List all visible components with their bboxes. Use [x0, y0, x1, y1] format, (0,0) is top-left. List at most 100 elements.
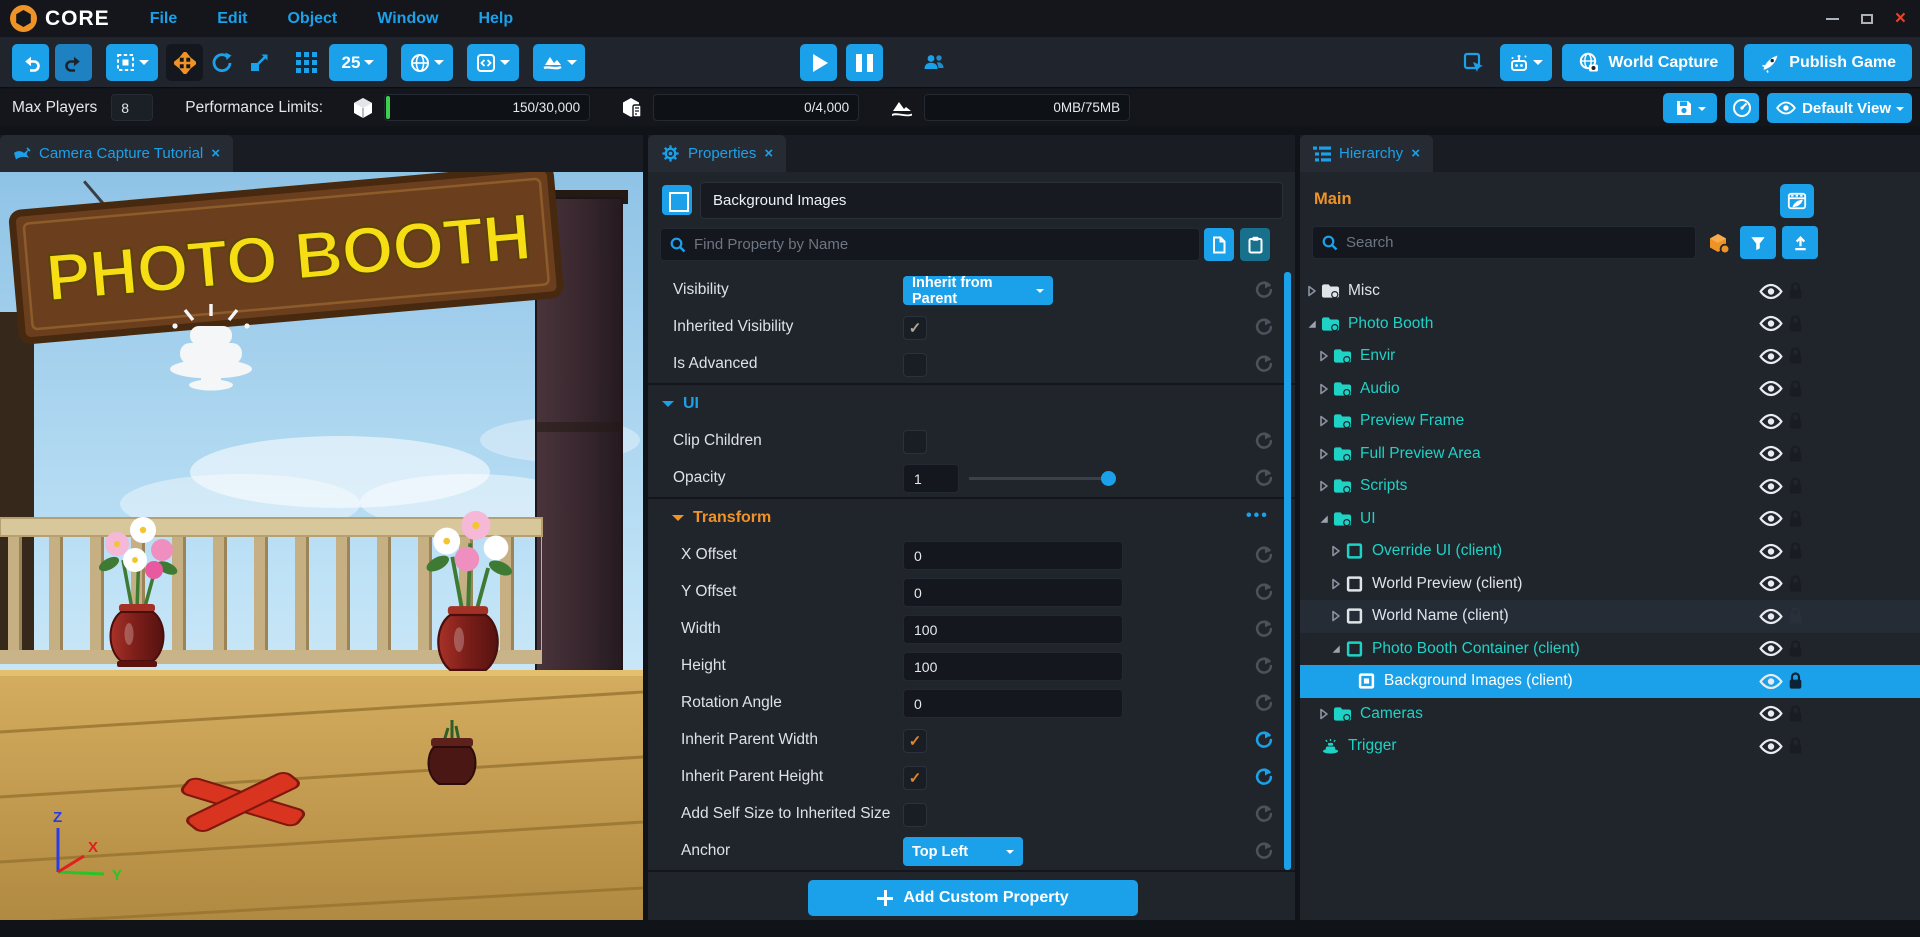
visibility-eye-icon[interactable] — [1758, 640, 1784, 657]
tree-item-full-preview-area[interactable]: Full Preview Area — [1300, 438, 1920, 471]
reset-icon[interactable] — [1254, 804, 1274, 824]
lock-icon[interactable] — [1788, 705, 1803, 723]
reset-icon[interactable] — [1254, 280, 1274, 300]
lock-icon[interactable] — [1788, 640, 1803, 658]
visibility-eye-icon[interactable] — [1758, 413, 1784, 430]
terrain-tools-dropdown[interactable] — [533, 44, 585, 81]
paste-properties-button[interactable] — [1240, 228, 1270, 261]
collapse-arrow-icon[interactable] — [1307, 318, 1321, 330]
tree-item-photo-booth[interactable]: Photo Booth — [1300, 308, 1920, 341]
reset-icon[interactable] — [1254, 767, 1274, 787]
section-menu-button[interactable]: ••• — [1246, 507, 1269, 525]
y-offset-input[interactable]: 0 — [903, 578, 1123, 607]
visibility-eye-icon[interactable] — [1758, 608, 1784, 625]
expand-arrow-icon[interactable] — [1319, 448, 1333, 460]
tree-item-preview-frame[interactable]: Preview Frame — [1300, 405, 1920, 438]
pause-button[interactable] — [846, 44, 883, 81]
lock-icon[interactable] — [1788, 672, 1803, 690]
expand-arrow-icon[interactable] — [1331, 545, 1345, 557]
expand-arrow-icon[interactable] — [1319, 383, 1333, 395]
undo-button[interactable] — [12, 44, 49, 81]
lock-icon[interactable] — [1788, 347, 1803, 365]
tree-item-misc[interactable]: Misc — [1300, 275, 1920, 308]
section-header-ui[interactable]: UI — [648, 383, 1295, 423]
tree-item-audio[interactable]: Audio — [1300, 373, 1920, 406]
minimize-button[interactable] — [1826, 18, 1839, 20]
close-icon[interactable]: × — [211, 145, 220, 162]
reset-icon[interactable] — [1254, 693, 1274, 713]
viewport-scene[interactable]: PHOTO BOOTH — [0, 172, 643, 920]
expand-arrow-icon[interactable] — [1319, 350, 1333, 362]
performance-gauge-button[interactable] — [1725, 93, 1759, 123]
selection-mode-dropdown[interactable] — [106, 44, 158, 81]
properties-scrollbar[interactable] — [1284, 272, 1291, 870]
tab-camera-capture-tutorial[interactable]: Camera Capture Tutorial × — [0, 135, 233, 172]
visibility-eye-icon[interactable] — [1758, 738, 1784, 755]
menu-object[interactable]: Object — [287, 10, 337, 28]
lock-icon[interactable] — [1788, 412, 1803, 430]
screen-picker-button[interactable] — [1458, 44, 1490, 81]
multiplayer-preview-button[interactable] — [915, 44, 952, 81]
close-icon[interactable]: × — [764, 145, 773, 162]
visibility-eye-icon[interactable] — [1758, 315, 1784, 332]
script-tools-dropdown[interactable] — [467, 44, 519, 81]
world-capture-button[interactable]: World Capture — [1562, 44, 1734, 81]
move-tool-button[interactable] — [166, 44, 203, 81]
menu-window[interactable]: Window — [377, 10, 438, 28]
tree-item-trigger[interactable]: Trigger — [1300, 730, 1920, 763]
tab-hierarchy[interactable]: Hierarchy × — [1300, 135, 1433, 172]
tree-item-envir[interactable]: Envir — [1300, 340, 1920, 373]
clip-children-checkbox[interactable] — [903, 430, 927, 454]
visibility-eye-icon[interactable] — [1758, 575, 1784, 592]
tree-item-background-images-client[interactable]: Background Images (client) — [1300, 665, 1920, 698]
reset-icon[interactable] — [1254, 354, 1274, 374]
copy-properties-button[interactable] — [1204, 228, 1234, 261]
rotate-tool-button[interactable] — [203, 44, 240, 81]
opacity-slider[interactable] — [969, 477, 1114, 480]
collapse-arrow-icon[interactable] — [1331, 643, 1345, 655]
snap-size-dropdown[interactable]: 25 — [329, 44, 387, 81]
add-custom-property-button[interactable]: Add Custom Property — [808, 880, 1138, 916]
add-self-size-to-inherited-size-checkbox[interactable] — [903, 803, 927, 827]
visibility-eye-icon[interactable] — [1758, 380, 1784, 397]
inherited-visibility-checkbox[interactable]: ✓ — [903, 316, 927, 340]
capture-camera-button[interactable] — [1780, 184, 1814, 218]
expand-arrow-icon[interactable] — [1319, 708, 1333, 720]
lock-icon[interactable] — [1788, 380, 1803, 398]
visibility-eye-icon[interactable] — [1758, 673, 1784, 690]
lock-icon[interactable] — [1788, 510, 1803, 528]
visibility-eye-icon[interactable] — [1758, 348, 1784, 365]
reset-icon[interactable] — [1254, 841, 1274, 861]
lock-icon[interactable] — [1788, 737, 1803, 755]
hierarchy-search-input[interactable] — [1346, 234, 1695, 251]
visibility-dropdown[interactable]: Inherit from Parent — [903, 276, 1053, 305]
expand-arrow-icon[interactable] — [1331, 610, 1345, 622]
reset-icon[interactable] — [1254, 317, 1274, 337]
lock-icon[interactable] — [1788, 542, 1803, 560]
visibility-eye-icon[interactable] — [1758, 445, 1784, 462]
lock-icon[interactable] — [1788, 445, 1803, 463]
reset-icon[interactable] — [1254, 582, 1274, 602]
height-input[interactable]: 100 — [903, 652, 1123, 681]
visibility-eye-icon[interactable] — [1758, 510, 1784, 527]
ai-assistant-dropdown[interactable] — [1500, 44, 1552, 81]
reset-icon[interactable] — [1254, 468, 1274, 488]
tree-item-world-name-client[interactable]: World Name (client) — [1300, 600, 1920, 633]
redo-button[interactable] — [55, 44, 92, 81]
expand-arrow-icon[interactable] — [1319, 480, 1333, 492]
lock-icon[interactable] — [1788, 575, 1803, 593]
reset-icon[interactable] — [1254, 730, 1274, 750]
width-input[interactable]: 100 — [903, 615, 1123, 644]
tree-item-cameras[interactable]: Cameras — [1300, 698, 1920, 731]
tree-item-scripts[interactable]: Scripts — [1300, 470, 1920, 503]
filter-button[interactable] — [1740, 226, 1776, 259]
expand-arrow-icon[interactable] — [1331, 578, 1345, 590]
menu-help[interactable]: Help — [478, 10, 513, 28]
max-players-input[interactable] — [111, 94, 153, 121]
export-template-button[interactable] — [1782, 226, 1818, 259]
tree-item-world-preview-client[interactable]: World Preview (client) — [1300, 568, 1920, 601]
networked-cube-icon[interactable] — [1704, 228, 1734, 258]
expand-arrow-icon[interactable] — [1307, 285, 1321, 297]
tab-properties[interactable]: Properties × — [648, 135, 786, 172]
visibility-eye-icon[interactable] — [1758, 478, 1784, 495]
